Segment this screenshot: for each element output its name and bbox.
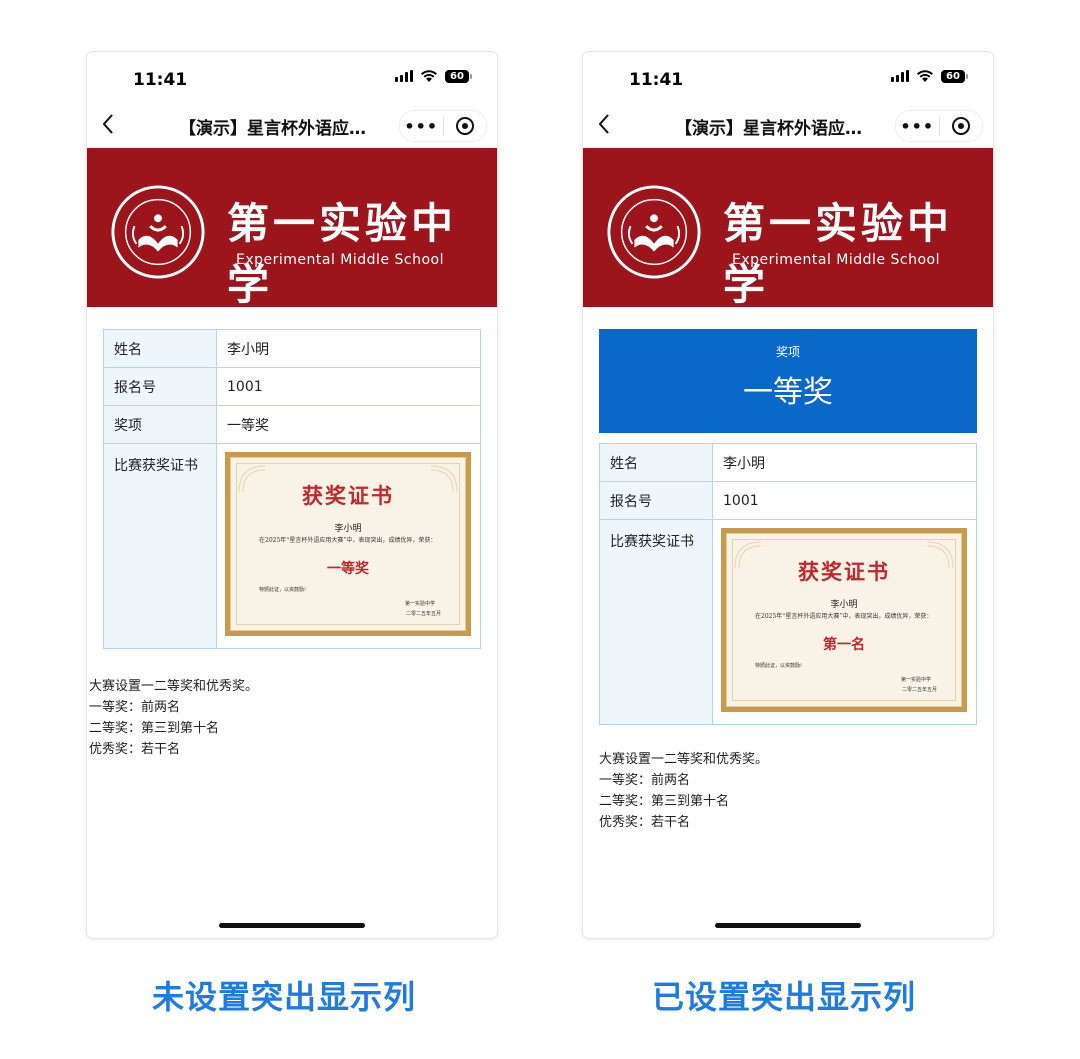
certificate-closing: 特颁此证，以资鼓励! [259, 587, 307, 593]
info-table: 姓名 李小明 报名号 1001 比赛获奖证书 获奖证书 李小明 在2025年“星… [599, 443, 977, 725]
note-line: 二等奖：第三到第十名 [599, 794, 730, 809]
phone-screen-right: 11:41 60 【演示】星言杯外语应… ••• 第一实验中学 Experime… [583, 52, 993, 938]
back-icon[interactable] [597, 112, 617, 138]
target-icon [951, 117, 970, 135]
home-indicator[interactable] [715, 923, 861, 928]
battery-icon: 60 [445, 69, 472, 83]
school-emblem-icon [607, 185, 701, 279]
close-button[interactable] [443, 117, 486, 135]
close-button[interactable] [939, 117, 982, 135]
school-name-cn: 第一实验中学 [227, 199, 458, 309]
certificate-award: 第一名 [823, 637, 865, 653]
school-name-cn: 第一实验中学 [723, 199, 954, 309]
more-button[interactable]: ••• [400, 117, 443, 136]
certificate-date: 二零二五年五月 [901, 687, 937, 693]
highlight-column: 奖项 一等奖 [599, 329, 977, 433]
table-row: 比赛获奖证书 获奖证书 李小明 在2025年“星言杯外语应用大赛”中，表现突出，… [103, 443, 481, 649]
field-value: 获奖证书 李小明 在2025年“星言杯外语应用大赛”中，表现突出，成绩优异，荣获… [216, 443, 481, 649]
award-notes: 大赛设置一二等奖和优秀奖。 一等奖：前两名 二等奖：第三到第十名 优秀奖：若干名 [599, 749, 768, 833]
status-time: 11:41 [133, 70, 188, 90]
field-label: 比赛获奖证书 [103, 443, 217, 649]
note-line: 优秀奖：若干名 [599, 815, 691, 830]
certificate-body: 在2025年“星言杯外语应用大赛”中，表现突出，成绩优异，荣获： [259, 537, 437, 544]
battery-icon: 60 [941, 69, 968, 83]
field-value: 获奖证书 李小明 在2025年“星言杯外语应用大赛”中，表现突出，成绩优异，荣获… [712, 519, 977, 725]
certificate-closing: 特颁此证，以资鼓励! [755, 663, 803, 669]
field-value: 李小明 [216, 329, 481, 368]
table-row: 报名号 1001 [599, 481, 977, 520]
table-row: 姓名 李小明 [103, 329, 481, 368]
certificate-name: 李小明 [830, 600, 858, 610]
miniprogram-capsule: ••• [895, 110, 983, 142]
page-title: 【演示】星言杯外语应… [675, 119, 862, 139]
wifi-icon [916, 69, 934, 83]
school-name-en: Experimental Middle School [732, 252, 940, 268]
field-value: 1001 [712, 481, 977, 520]
navigation-bar: 【演示】星言杯外语应… ••• [87, 104, 497, 148]
field-value: 李小明 [712, 443, 977, 482]
certificate-title: 获奖证书 [798, 559, 890, 584]
note-line: 大赛设置一二等奖和优秀奖。 [89, 679, 259, 694]
note-line: 一等奖：前两名 [89, 700, 181, 715]
table-row: 姓名 李小明 [599, 443, 977, 482]
more-button[interactable]: ••• [896, 117, 939, 136]
wifi-icon [420, 69, 438, 83]
school-name-en: Experimental Middle School [236, 252, 444, 268]
table-row: 奖项 一等奖 [103, 405, 481, 444]
certificate-issuer: 第一实验中学 [900, 677, 931, 683]
field-label: 比赛获奖证书 [599, 519, 713, 725]
table-row: 比赛获奖证书 获奖证书 李小明 在2025年“星言杯外语应用大赛”中，表现突出，… [599, 519, 977, 725]
signal-icon [891, 70, 909, 82]
field-value: 1001 [216, 367, 481, 406]
page-title: 【演示】星言杯外语应… [179, 119, 366, 139]
note-line: 二等奖：第三到第十名 [89, 721, 220, 736]
award-notes: 大赛设置一二等奖和优秀奖。 一等奖：前两名 二等奖：第三到第十名 优秀奖：若干名 [89, 676, 258, 760]
miniprogram-capsule: ••• [399, 110, 487, 142]
field-label: 姓名 [599, 443, 713, 482]
status-time: 11:41 [629, 70, 684, 90]
back-icon[interactable] [101, 112, 121, 138]
table-row: 报名号 1001 [103, 367, 481, 406]
note-line: 大赛设置一二等奖和优秀奖。 [599, 752, 769, 767]
info-table: 姓名 李小明 报名号 1001 奖项 一等奖 比赛获奖证书 获奖证书 李小明 在… [103, 329, 481, 649]
certificate-title: 获奖证书 [302, 483, 394, 508]
highlight-label: 奖项 [775, 345, 800, 359]
navigation-bar: 【演示】星言杯外语应… ••• [583, 104, 993, 148]
school-emblem-icon [111, 185, 205, 279]
certificate-name: 李小明 [334, 524, 362, 534]
certificate-issuer: 第一实验中学 [404, 601, 435, 607]
field-label: 报名号 [599, 481, 713, 520]
school-banner: 第一实验中学 Experimental Middle School [87, 148, 497, 309]
certificate-image[interactable]: 获奖证书 李小明 在2025年“星言杯外语应用大赛”中，表现突出，成绩优异，荣获… [225, 452, 471, 636]
certificate-image[interactable]: 获奖证书 李小明 在2025年“星言杯外语应用大赛”中，表现突出，成绩优异，荣获… [721, 528, 967, 712]
status-bar: 11:41 60 [583, 52, 993, 104]
school-banner: 第一实验中学 Experimental Middle School [583, 148, 993, 309]
note-line: 一等奖：前两名 [599, 773, 691, 788]
caption-left: 未设置突出显示列 [152, 978, 417, 1016]
certificate-body: 在2025年“星言杯外语应用大赛”中，表现突出，成绩优异，荣获： [755, 613, 933, 620]
highlight-value: 一等奖 [743, 375, 833, 410]
caption-right: 已设置突出显示列 [652, 978, 917, 1016]
target-icon [455, 117, 474, 135]
note-line: 优秀奖：若干名 [89, 742, 181, 757]
certificate-date: 二零二五年五月 [405, 611, 441, 617]
certificate-award: 一等奖 [327, 561, 369, 577]
home-indicator[interactable] [219, 923, 365, 928]
field-label: 姓名 [103, 329, 217, 368]
status-bar: 11:41 60 [87, 52, 497, 104]
field-label: 奖项 [103, 405, 217, 444]
signal-icon [395, 70, 413, 82]
phone-screen-left: 11:41 60 【演示】星言杯外语应… ••• 第一实验中学 Experime… [87, 52, 497, 938]
field-value: 一等奖 [216, 405, 481, 444]
field-label: 报名号 [103, 367, 217, 406]
